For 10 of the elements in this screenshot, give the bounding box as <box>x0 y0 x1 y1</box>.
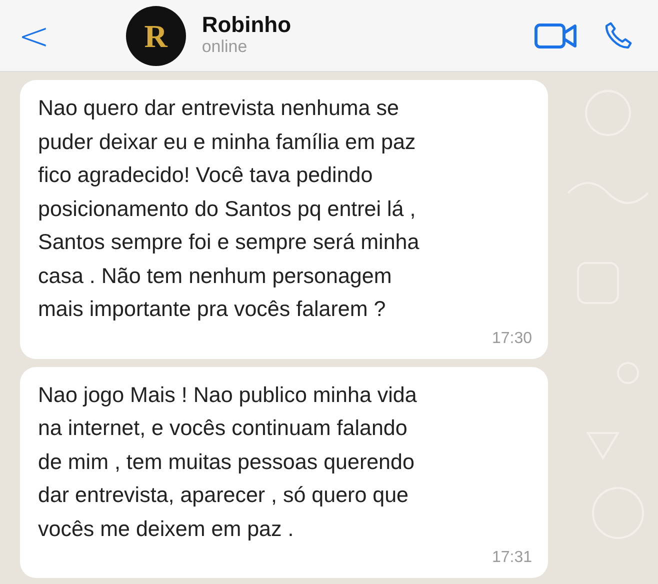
message-time: 17:30 <box>492 328 532 348</box>
contact-name: Robinho <box>202 13 292 38</box>
back-button[interactable]: < <box>14 16 54 54</box>
message-text: Nao jogo Mais ! Nao publico minha vida na internet, e vocês continuam falando de mim , tem muitas pessoas querendo dar entrevista, aparecer , só quero que vocês me deixem em paz . <box>38 382 418 542</box>
avatar-letter: R <box>144 16 168 56</box>
contact-status: online <box>202 37 248 58</box>
message-text: Nao quero dar entrevista nenhuma se puder deixar eu e minha família em paz fico agradecido! Você tava pedindo posicionamento do Santos pq entrei lá , Santos sempre foi e sempre será minha casa . Não tem nenhum personagem mais importante pra vocês falarem ? <box>38 95 420 323</box>
message-time: 17:31 <box>492 548 532 568</box>
video-call-icon[interactable] <box>534 22 578 50</box>
avatar[interactable]: R <box>126 6 186 66</box>
